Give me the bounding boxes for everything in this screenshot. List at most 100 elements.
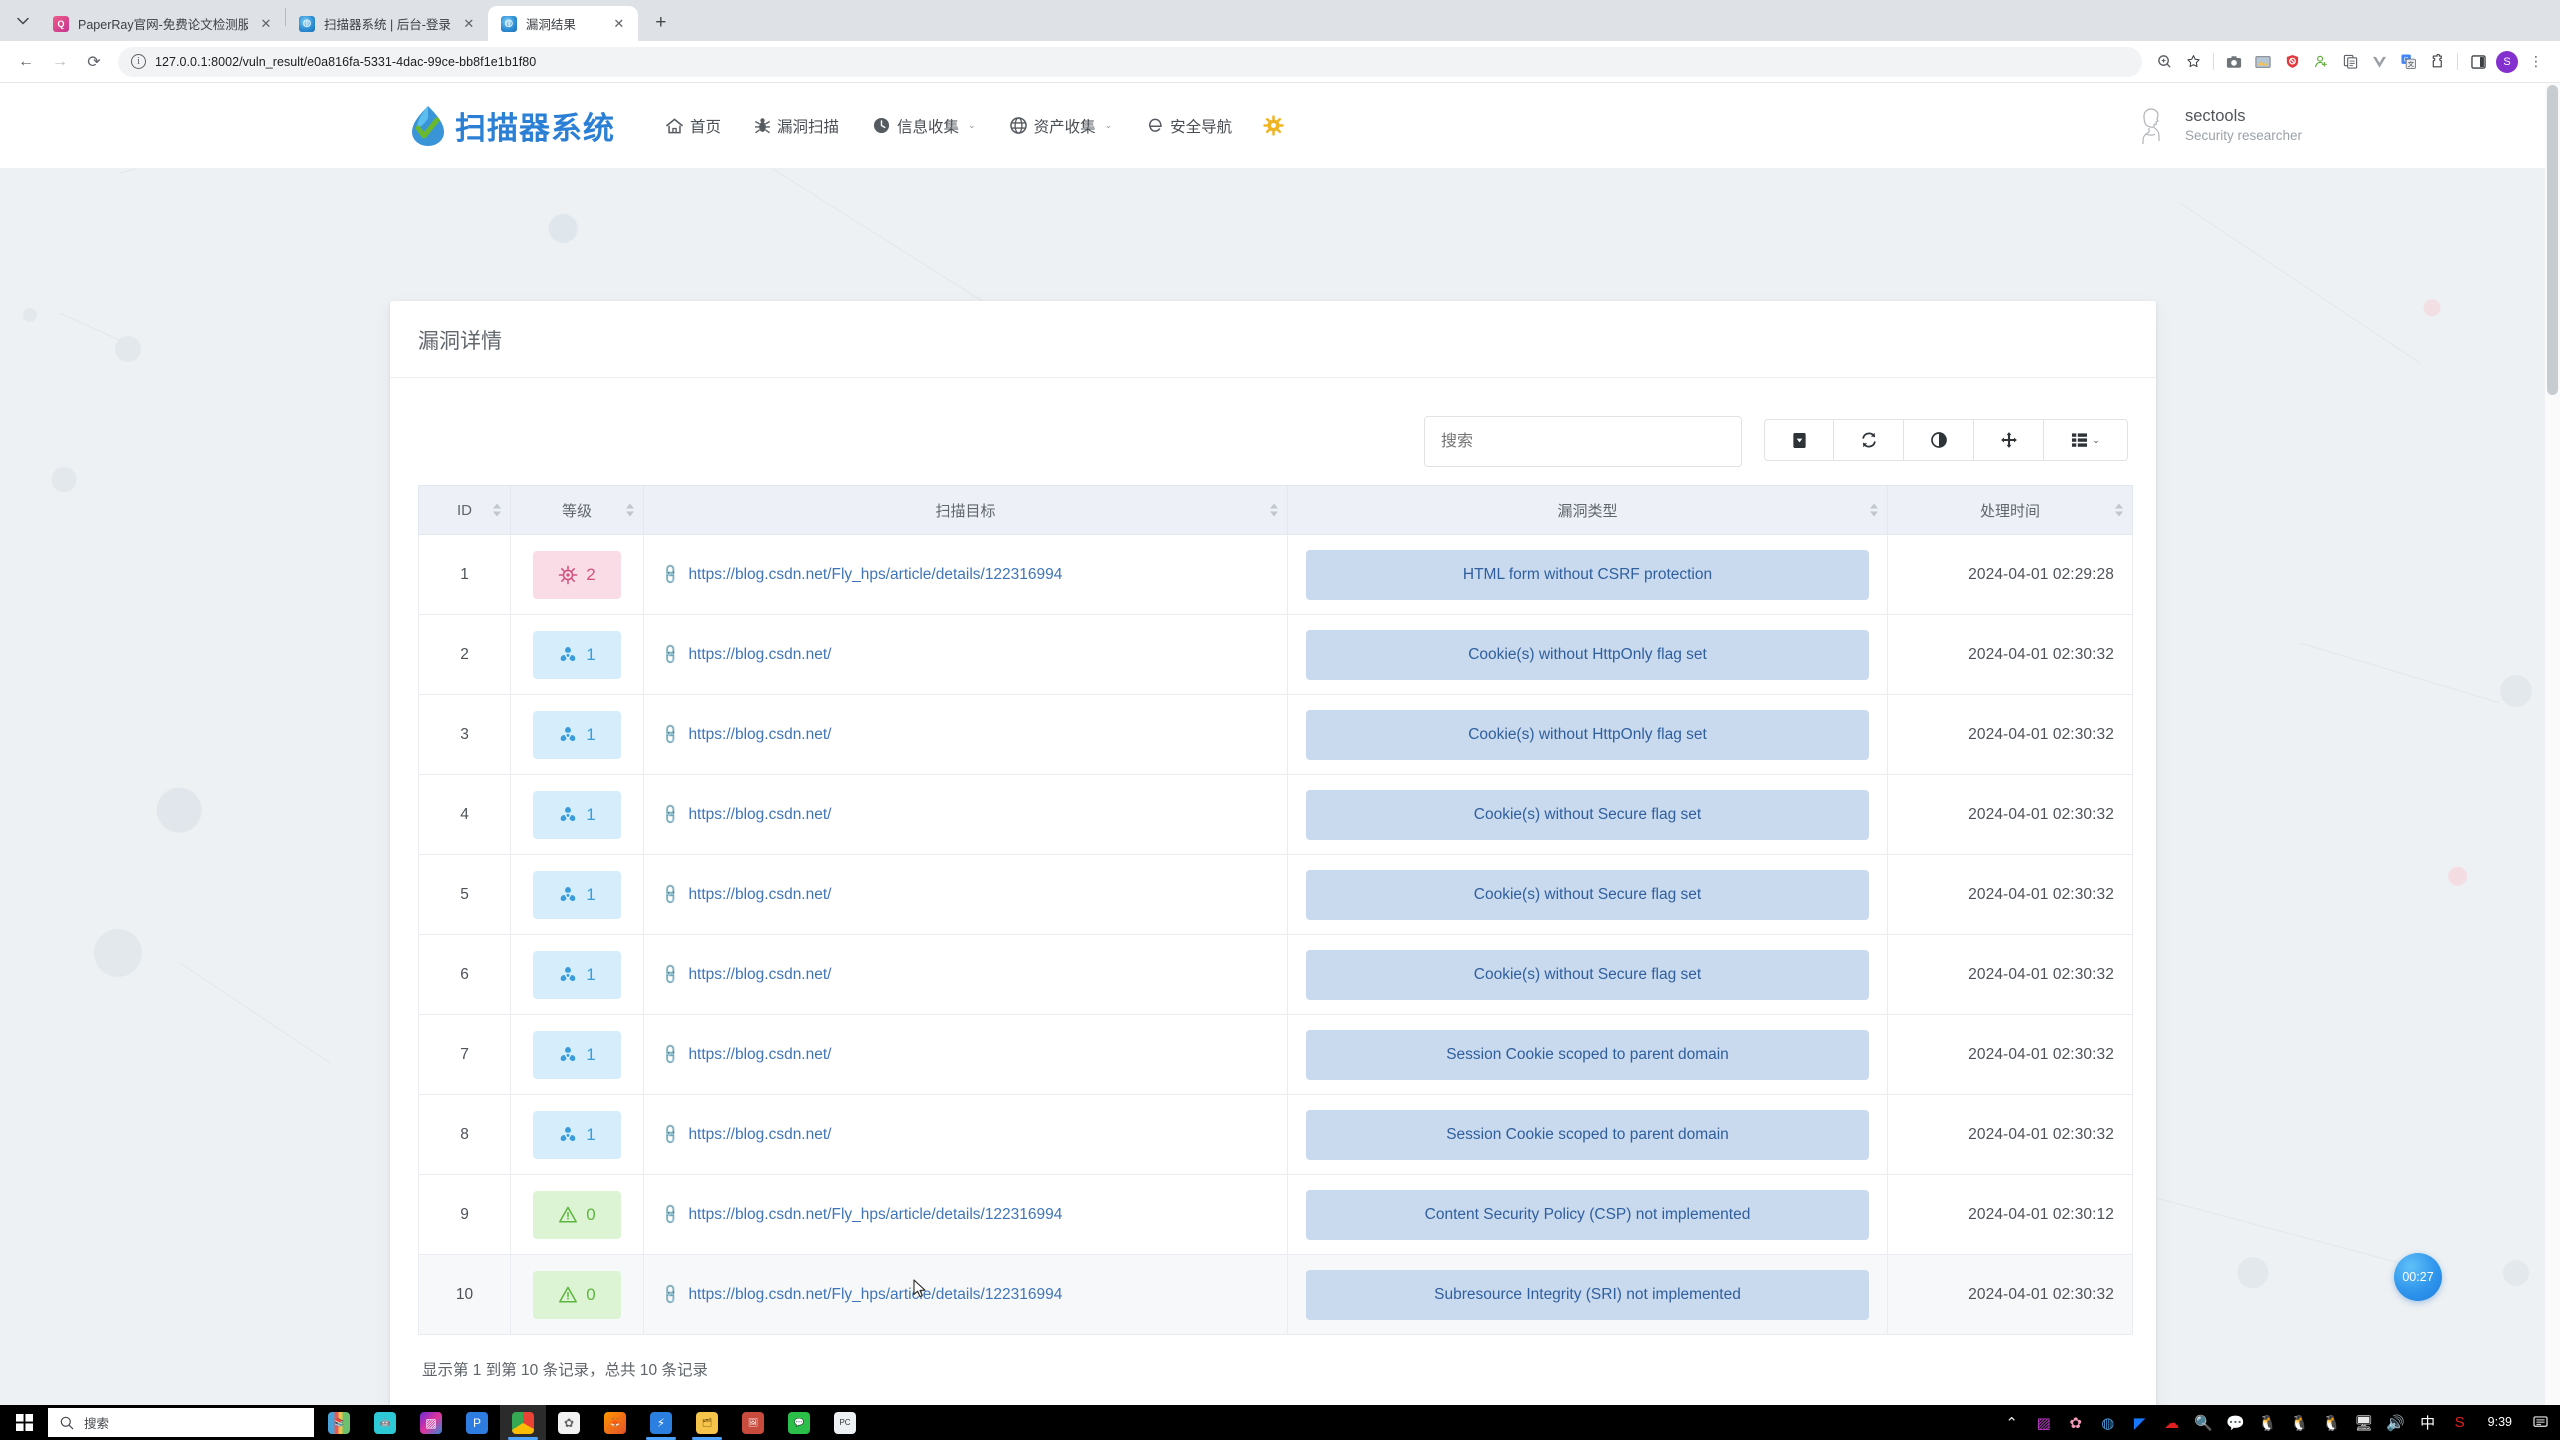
fullscreen-button[interactable] xyxy=(1974,419,2044,461)
file-explorer-icon[interactable]: 🗂 xyxy=(684,1405,730,1440)
sort-icon[interactable] xyxy=(1270,503,1278,517)
cloud-sync-icon[interactable]: ◍ xyxy=(2092,1405,2124,1440)
target-link[interactable]: https://blog.csdn.net/Fly_hps/article/de… xyxy=(688,566,1062,584)
copy-icon[interactable] xyxy=(2336,48,2364,76)
close-icon[interactable]: ✕ xyxy=(257,15,275,33)
sogou-ime-icon[interactable]: S xyxy=(2444,1405,2476,1440)
picture-app-icon[interactable]: 🖼 xyxy=(730,1405,776,1440)
column-header-target[interactable]: 扫描目标 xyxy=(643,485,1288,535)
reload-icon[interactable]: ⟳ xyxy=(78,46,110,78)
table-row[interactable]: 2 1 🔗 https://blog.csdn.net/Cookie(s) witho… xyxy=(418,614,2133,695)
bookmark-star-icon[interactable] xyxy=(2179,48,2207,76)
qq-tray-icon-2[interactable]: 🐧 xyxy=(2284,1405,2316,1440)
kuaishou-icon[interactable]: ☁ xyxy=(2156,1405,2188,1440)
nav-item-home[interactable]: 首页 xyxy=(649,105,738,147)
floating-timer-widget[interactable]: 00:27 xyxy=(2394,1253,2442,1301)
pc-manager-icon[interactable]: PC xyxy=(822,1405,868,1440)
brand[interactable]: 扫描器系统 xyxy=(408,103,615,148)
target-link[interactable]: https://blog.csdn.net/ xyxy=(688,966,831,984)
vuln-type-pill[interactable]: Cookie(s) without Secure flag set xyxy=(1306,869,1869,920)
table-row[interactable]: 8 1 🔗 https://blog.csdn.net/Session Cookie … xyxy=(418,1094,2133,1175)
table-row[interactable]: 6 1 🔗 https://blog.csdn.net/Cookie(s) witho… xyxy=(418,934,2133,1015)
nav-item-asset-gathering[interactable]: 资产收集 ⌄ xyxy=(993,105,1130,147)
white-app-icon[interactable]: ✿ xyxy=(546,1405,592,1440)
column-header-id[interactable]: ID xyxy=(418,485,511,535)
network-icon[interactable]: 🖥 xyxy=(2348,1405,2380,1440)
table-row[interactable]: 1 2 🔗 https://blog.csdn.net/Fly_hps/article… xyxy=(418,534,2133,615)
extensions-puzzle-icon[interactable] xyxy=(2423,48,2451,76)
vimium-icon[interactable] xyxy=(2365,48,2393,76)
browser-tab-active[interactable]: ◍ 漏洞结果 ✕ xyxy=(487,6,638,41)
firefox-icon[interactable]: 🦊 xyxy=(592,1405,638,1440)
toggle-contrast-button[interactable] xyxy=(1904,419,1974,461)
adblock-shield-icon[interactable] xyxy=(2278,48,2306,76)
new-tab-button[interactable]: + xyxy=(646,8,676,38)
table-row[interactable]: 4 1 🔗 https://blog.csdn.net/Cookie(s) witho… xyxy=(418,774,2133,855)
volume-icon[interactable]: 🔊 xyxy=(2380,1405,2412,1440)
export-button[interactable] xyxy=(1764,419,1834,461)
browser-tab[interactable]: Q PaperRay官网-免费论文检测服… ✕ xyxy=(40,6,285,41)
vuln-type-pill[interactable]: Content Security Policy (CSP) not implem… xyxy=(1306,1189,1869,1240)
vuln-type-pill[interactable]: Session Cookie scoped to parent domain xyxy=(1306,1029,1869,1080)
target-link[interactable]: https://blog.csdn.net/ xyxy=(688,1046,831,1064)
page-scrollbar[interactable] xyxy=(2545,83,2560,1405)
target-link[interactable]: https://blog.csdn.net/ xyxy=(688,726,831,744)
profile-avatar[interactable]: S xyxy=(2493,48,2521,76)
back-icon[interactable]: ← xyxy=(10,46,42,78)
sort-icon[interactable] xyxy=(1870,503,1878,517)
target-link[interactable]: https://blog.csdn.net/ xyxy=(688,806,831,824)
search-input[interactable] xyxy=(1424,416,1742,467)
books-icon[interactable]: 📚 xyxy=(316,1405,362,1440)
taskbar-search-box[interactable]: 搜索 xyxy=(48,1408,314,1437)
sakura-tray-icon[interactable]: ✿ xyxy=(2060,1405,2092,1440)
robot-icon[interactable]: 🤖 xyxy=(362,1405,408,1440)
wechat-icon[interactable]: 💬 xyxy=(776,1405,822,1440)
zoom-icon[interactable] xyxy=(2150,48,2178,76)
target-link[interactable]: https://blog.csdn.net/ xyxy=(688,646,831,664)
wechat-tray-icon[interactable]: 💬 xyxy=(2220,1405,2252,1440)
table-row[interactable]: 7 1 🔗 https://blog.csdn.net/Session Cookie … xyxy=(418,1014,2133,1095)
qq-tray-icon-3[interactable]: 🐧 xyxy=(2316,1405,2348,1440)
site-info-icon[interactable]: i xyxy=(131,54,146,69)
thunder-download-icon[interactable]: ⚡ xyxy=(638,1405,684,1440)
target-link[interactable]: https://blog.csdn.net/Fly_hps/article/de… xyxy=(688,1286,1062,1304)
sort-icon[interactable] xyxy=(493,503,501,517)
close-icon[interactable]: ✕ xyxy=(610,15,628,33)
sort-icon[interactable] xyxy=(2115,503,2123,517)
nav-item-security-nav[interactable]: 安全导航 xyxy=(1129,105,1249,147)
browser-menu-icon[interactable]: ⋮ xyxy=(2522,48,2550,76)
show-hidden-icons[interactable]: ⌃ xyxy=(1996,1405,2028,1440)
user-box[interactable]: sectools Security researcher xyxy=(2135,105,2302,145)
vuln-type-pill[interactable]: Cookie(s) without Secure flag set xyxy=(1306,949,1869,1000)
target-link[interactable]: https://blog.csdn.net/ xyxy=(688,886,831,904)
refresh-button[interactable] xyxy=(1834,419,1904,461)
dingtalk-icon[interactable]: ◤ xyxy=(2124,1405,2156,1440)
table-row[interactable]: 3 1 🔗 https://blog.csdn.net/Cookie(s) witho… xyxy=(418,694,2133,775)
vuln-type-pill[interactable]: Session Cookie scoped to parent domain xyxy=(1306,1109,1869,1160)
gear-icon[interactable] xyxy=(1263,115,1284,136)
colorful-tray-icon[interactable]: ▨ xyxy=(2028,1405,2060,1440)
close-icon[interactable]: ✕ xyxy=(460,15,478,33)
qq-tray-icon-1[interactable]: 🐧 xyxy=(2252,1405,2284,1440)
user-script-icon[interactable] xyxy=(2307,48,2335,76)
table-row[interactable]: 5 1 🔗 https://blog.csdn.net/Cookie(s) witho… xyxy=(418,854,2133,935)
vuln-type-pill[interactable]: Subresource Integrity (SRI) not implemen… xyxy=(1306,1269,1869,1320)
image-icon[interactable] xyxy=(2249,48,2277,76)
chrome-icon[interactable] xyxy=(500,1405,546,1440)
screenshot-icon[interactable] xyxy=(2220,48,2248,76)
column-header-time[interactable]: 处理时间 xyxy=(1887,485,2133,535)
everything-search-icon[interactable]: 🔍 xyxy=(2188,1405,2220,1440)
column-header-level[interactable]: 等级 xyxy=(510,485,644,535)
pinduoduo-icon[interactable]: P xyxy=(454,1405,500,1440)
nav-item-info-gathering[interactable]: 信息收集 ⌄ xyxy=(856,105,993,147)
windows-start-icon[interactable] xyxy=(0,1405,48,1440)
column-header-type[interactable]: 漏洞类型 xyxy=(1287,485,1888,535)
vuln-type-pill[interactable]: Cookie(s) without Secure flag set xyxy=(1306,789,1869,840)
address-bar[interactable]: i 127.0.0.1:8002/vuln_result/e0a816fa-53… xyxy=(118,46,2142,77)
forward-icon[interactable]: → xyxy=(44,46,76,78)
table-row[interactable]: 10 0 🔗 https://blog.csdn.net/Fly_hps/articl… xyxy=(418,1254,2133,1335)
notifications-icon[interactable] xyxy=(2524,1405,2556,1440)
taskbar-clock[interactable]: 9:39 xyxy=(2476,1415,2524,1430)
vuln-type-pill[interactable]: Cookie(s) without HttpOnly flag set xyxy=(1306,709,1869,760)
ime-icon[interactable]: 中 xyxy=(2412,1405,2444,1440)
